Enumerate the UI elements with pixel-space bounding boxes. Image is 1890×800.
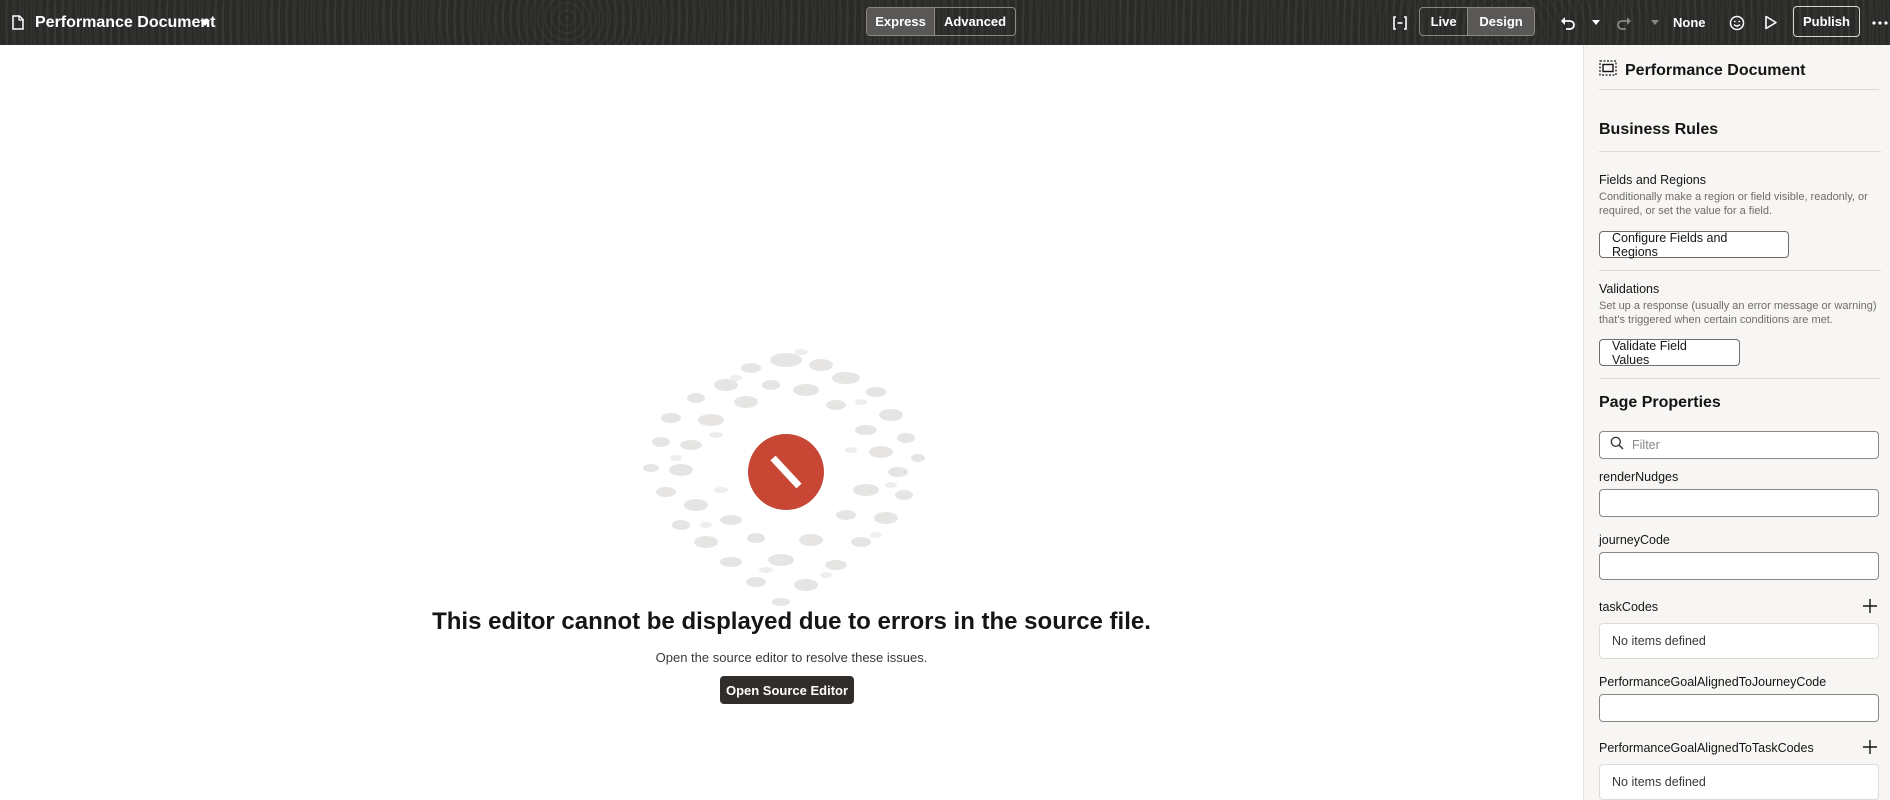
editor-canvas: This editor cannot be displayed due to e… bbox=[0, 45, 1583, 800]
top-bar: Performance Document Express Advanced Li… bbox=[0, 0, 1890, 45]
mode-switch: Express Advanced bbox=[866, 7, 1016, 36]
business-rules-title: Business Rules bbox=[1599, 121, 1719, 138]
journey-code-label: journeyCode bbox=[1599, 533, 1670, 547]
smiley-icon[interactable] bbox=[1725, 0, 1749, 45]
filter-input[interactable]: Filter bbox=[1599, 431, 1879, 459]
undo-history-caret-icon[interactable] bbox=[1586, 0, 1606, 45]
redo-history-caret-icon[interactable] bbox=[1645, 0, 1665, 45]
fields-regions-description: Conditionally make a region or field vis… bbox=[1599, 191, 1868, 217]
document-icon bbox=[12, 0, 26, 45]
fields-regions-title: Fields and Regions bbox=[1599, 173, 1707, 187]
error-title: This editor cannot be displayed due to e… bbox=[432, 608, 1151, 635]
caret-down-icon[interactable] bbox=[198, 0, 212, 45]
speckle-blob-icon bbox=[643, 349, 925, 606]
configure-fields-regions-button[interactable]: Configure Fields and Regions bbox=[1599, 231, 1789, 259]
divider bbox=[1599, 378, 1881, 379]
divider bbox=[1599, 270, 1881, 271]
goal-journey-code-label: PerformanceGoalAlignedToJourneyCode bbox=[1599, 675, 1827, 689]
validations-description: Set up a response (usually an error mess… bbox=[1599, 300, 1877, 326]
more-icon[interactable] bbox=[1870, 0, 1890, 45]
panel-title: Performance Document bbox=[1625, 61, 1806, 79]
open-source-editor-button[interactable]: Open Source Editor bbox=[720, 676, 854, 704]
page-properties-title: Page Properties bbox=[1599, 394, 1721, 411]
error-subtitle: Open the source editor to resolve these … bbox=[655, 650, 928, 665]
view-design-option[interactable]: Design bbox=[1467, 8, 1534, 35]
zoom-value[interactable]: None bbox=[1673, 0, 1706, 45]
mode-advanced-option[interactable]: Advanced bbox=[934, 8, 1015, 35]
play-icon[interactable] bbox=[1759, 0, 1783, 45]
page-layout-icon bbox=[1599, 60, 1617, 81]
view-switch: Live Design bbox=[1419, 7, 1535, 36]
task-codes-list: No items defined bbox=[1599, 623, 1879, 659]
view-live-option[interactable]: Live bbox=[1420, 8, 1467, 35]
bracket-icon[interactable] bbox=[1388, 0, 1412, 45]
undo-icon[interactable] bbox=[1556, 0, 1580, 45]
redo-icon[interactable] bbox=[1612, 0, 1636, 45]
journey-code-input[interactable] bbox=[1599, 552, 1879, 580]
error-illustration bbox=[636, 330, 936, 620]
panel-header: Performance Document bbox=[1599, 60, 1879, 90]
mode-express-option[interactable]: Express bbox=[867, 8, 935, 35]
properties-panel: Performance Document Business Rules Fiel… bbox=[1583, 45, 1890, 800]
divider bbox=[1599, 151, 1881, 152]
validate-field-values-button[interactable]: Validate Field Values bbox=[1599, 339, 1740, 367]
add-goal-task-code-icon[interactable] bbox=[1861, 738, 1879, 756]
validations-title: Validations bbox=[1599, 282, 1660, 296]
goal-task-codes-label: PerformanceGoalAlignedToTaskCodes bbox=[1599, 741, 1814, 755]
render-nudges-input[interactable] bbox=[1599, 489, 1879, 517]
goal-journey-code-input[interactable] bbox=[1599, 694, 1879, 722]
goal-task-codes-list: No items defined bbox=[1599, 764, 1879, 800]
document-title[interactable]: Performance Document bbox=[35, 0, 216, 45]
render-nudges-label: renderNudges bbox=[1599, 470, 1679, 484]
filter-placeholder: Filter bbox=[1632, 438, 1660, 452]
task-codes-label: taskCodes bbox=[1599, 600, 1659, 614]
search-icon bbox=[1610, 436, 1624, 455]
publish-button[interactable]: Publish bbox=[1793, 6, 1860, 37]
add-task-code-icon[interactable] bbox=[1861, 597, 1879, 615]
